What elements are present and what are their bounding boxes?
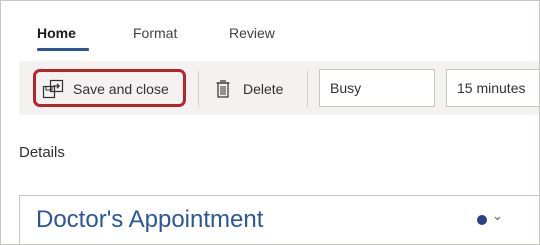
ribbon-tabs: Home Format Review: [1, 1, 539, 57]
trash-icon: [215, 78, 231, 100]
tab-home[interactable]: Home: [37, 25, 76, 41]
tab-format[interactable]: Format: [133, 25, 177, 41]
delete-label: Delete: [243, 81, 284, 97]
event-editor: Home Format Review Save and close Delete…: [0, 0, 540, 245]
show-as-dropdown[interactable]: Busy: [319, 69, 435, 107]
event-title-field[interactable]: Doctor's Appointment ⌄: [19, 195, 539, 244]
category-color-dot[interactable]: [477, 215, 487, 225]
toolbar-divider: [307, 71, 308, 107]
active-tab-indicator: [37, 48, 89, 51]
delete-button[interactable]: Delete: [215, 77, 283, 101]
toolbar-divider: [198, 71, 199, 107]
save-button-highlight: [33, 69, 186, 107]
reminder-dropdown[interactable]: 15 minutes: [446, 69, 539, 107]
show-as-value: Busy: [330, 80, 362, 96]
event-title: Doctor's Appointment: [36, 206, 264, 233]
reminder-value: 15 minutes: [457, 80, 526, 96]
details-heading: Details: [19, 144, 65, 161]
chevron-down-icon[interactable]: ⌄: [492, 208, 503, 224]
tab-review[interactable]: Review: [229, 25, 275, 41]
